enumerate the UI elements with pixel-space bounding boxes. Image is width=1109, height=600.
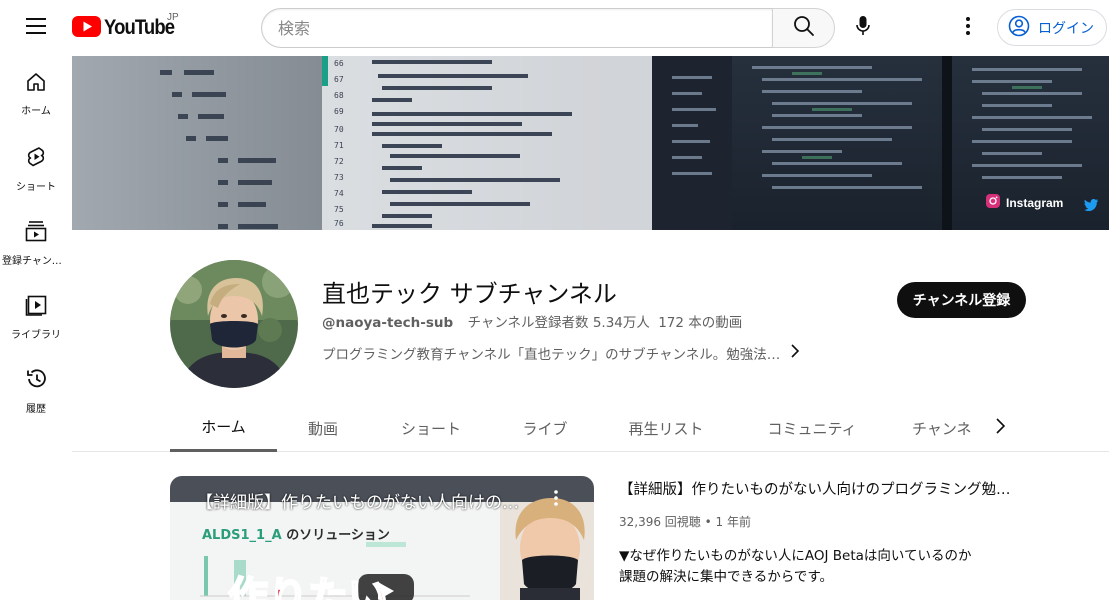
svg-text:75: 75 — [334, 205, 344, 214]
login-label: ログイン — [1038, 20, 1094, 37]
youtube-play-icon — [72, 15, 101, 41]
microphone-icon — [856, 16, 870, 40]
sidebar-item-label: 登録チャンネル — [2, 256, 70, 267]
sidebar-item-label: ライブラリ — [11, 330, 61, 341]
instagram-link[interactable]: Instagram — [986, 194, 1063, 211]
channel-description-text: プログラミング教育チャンネル「直也テック」のサブチャンネル。勉強法… — [322, 347, 781, 363]
svg-text:74: 74 — [334, 189, 344, 198]
shorts-icon — [26, 146, 46, 172]
avatar-image — [170, 260, 298, 388]
voice-search-button[interactable] — [843, 8, 883, 48]
description-line: 課題の解決に集中できるからです。 — [619, 569, 833, 585]
svg-text:72: 72 — [334, 157, 344, 166]
twitter-link[interactable] — [1084, 196, 1098, 215]
tab-playlists[interactable]: 再生リスト — [622, 404, 710, 452]
account-icon — [1008, 15, 1030, 41]
sidebar-item-subscriptions[interactable]: 登録チャンネル — [0, 204, 72, 278]
top-bar: YouTube JP ログイン — [0, 0, 1109, 56]
upload-age: 1 年前 — [715, 515, 751, 529]
svg-text:73: 73 — [334, 173, 344, 182]
svg-text:76: 76 — [334, 219, 344, 228]
banner-image: 66 67 68 69 70 71 72 73 74 75 76 — [72, 56, 1109, 230]
channel-name: 直也テック サブチャンネル — [322, 280, 617, 308]
library-icon — [25, 294, 47, 320]
tab-community[interactable]: コミュニティ — [760, 404, 864, 452]
sidebar-item-label: ホーム — [21, 106, 51, 117]
featured-video-title[interactable]: 【詳細版】作りたいものがない人向けのプログラミング勉強… — [619, 478, 1019, 499]
instagram-link-label: Instagram — [1006, 195, 1064, 210]
video-count: 172 本の動画 — [658, 315, 743, 331]
subscriptions-icon — [25, 220, 47, 246]
sidebar-item-history[interactable]: 履歴 — [0, 352, 72, 426]
sidebar-item-home[interactable]: ホーム — [0, 56, 72, 130]
svg-text:66: 66 — [334, 59, 344, 68]
home-icon — [26, 72, 46, 96]
thumbnail-subtitle-code: ALDS1_1_A — [202, 528, 282, 543]
featured-video-thumbnail[interactable]: 【詳細版】作りたいものがない人向けの… ALDS1_1_A のソリューション 作… — [170, 476, 594, 600]
more-vertical-icon[interactable] — [554, 490, 558, 510]
twitter-icon — [1084, 196, 1098, 215]
tab-shorts[interactable]: ショート — [394, 404, 468, 452]
view-count: 32,396 回視聴 — [619, 515, 701, 529]
region-code: JP — [167, 12, 179, 23]
channel-tabs: ホーム 動画 ショート ライブ 再生リスト コミュニティ チャンネル — [72, 404, 1109, 452]
channel-handle: @naoya-tech-sub — [322, 315, 454, 331]
channel-avatar — [170, 260, 298, 388]
channel-banner: 66 67 68 69 70 71 72 73 74 75 76 — [72, 56, 1109, 230]
tabs-scroll-right-button[interactable] — [984, 412, 1016, 444]
tab-channels[interactable]: チャンネル — [912, 404, 972, 452]
channel-description[interactable]: プログラミング教育チャンネル「直也テック」のサブチャンネル。勉強法… — [322, 343, 800, 363]
settings-more-button[interactable] — [948, 8, 988, 48]
tab-home[interactable]: ホーム — [170, 404, 277, 452]
search-button[interactable] — [772, 8, 835, 48]
svg-text:67: 67 — [334, 75, 344, 84]
svg-text:69: 69 — [334, 107, 344, 116]
instagram-icon — [986, 194, 1000, 211]
tab-videos[interactable]: 動画 — [298, 404, 348, 452]
sidebar-item-label: ショート — [16, 182, 56, 193]
search-box — [261, 8, 835, 48]
featured-video-description: ▼なぜ作りたいものがない人にAOJ Betaは向いているのか 課題の解決に集中で… — [619, 546, 972, 588]
svg-text:68: 68 — [334, 91, 344, 100]
search-input[interactable] — [261, 8, 772, 48]
guide-menu-button[interactable] — [16, 8, 56, 48]
thumbnail-subtitle: ALDS1_1_A のソリューション — [202, 524, 390, 543]
more-vertical-icon — [966, 17, 970, 39]
chevron-right-icon — [790, 344, 800, 362]
stats-separator: • — [704, 515, 716, 529]
sidebar-item-library[interactable]: ライブラリ — [0, 278, 72, 352]
search-icon — [793, 15, 815, 41]
logo-text: YouTube — [104, 16, 175, 39]
svg-text:71: 71 — [334, 141, 344, 150]
subscribe-button[interactable]: チャンネル登録 — [897, 282, 1026, 318]
mini-guide: ホーム ショート 登録チャンネル ライブラリ 履歴 — [0, 56, 72, 600]
featured-video-stats: 32,396 回視聴 • 1 年前 — [619, 513, 751, 530]
tab-live[interactable]: ライブ — [514, 404, 576, 452]
thumbnail-overlay-text: 作りたい — [227, 573, 389, 600]
history-icon — [25, 368, 47, 394]
hamburger-icon — [26, 18, 46, 38]
thumbnail-title: 【詳細版】作りたいものがない人向けの… — [196, 493, 519, 513]
svg-text:70: 70 — [334, 125, 344, 134]
thumbnail-subtitle-suffix: のソリューション — [286, 528, 390, 543]
sidebar-item-shorts[interactable]: ショート — [0, 130, 72, 204]
login-button[interactable]: ログイン — [997, 9, 1107, 46]
channel-meta: @naoya-tech-sub チャンネル登録者数 5.34万人 172 本の動… — [322, 311, 742, 331]
chevron-right-icon — [995, 418, 1006, 438]
sidebar-item-label: 履歴 — [26, 404, 46, 415]
description-line: ▼なぜ作りたいものがない人にAOJ Betaは向いているのか — [619, 548, 972, 564]
subscriber-count: チャンネル登録者数 5.34万人 — [467, 315, 650, 331]
